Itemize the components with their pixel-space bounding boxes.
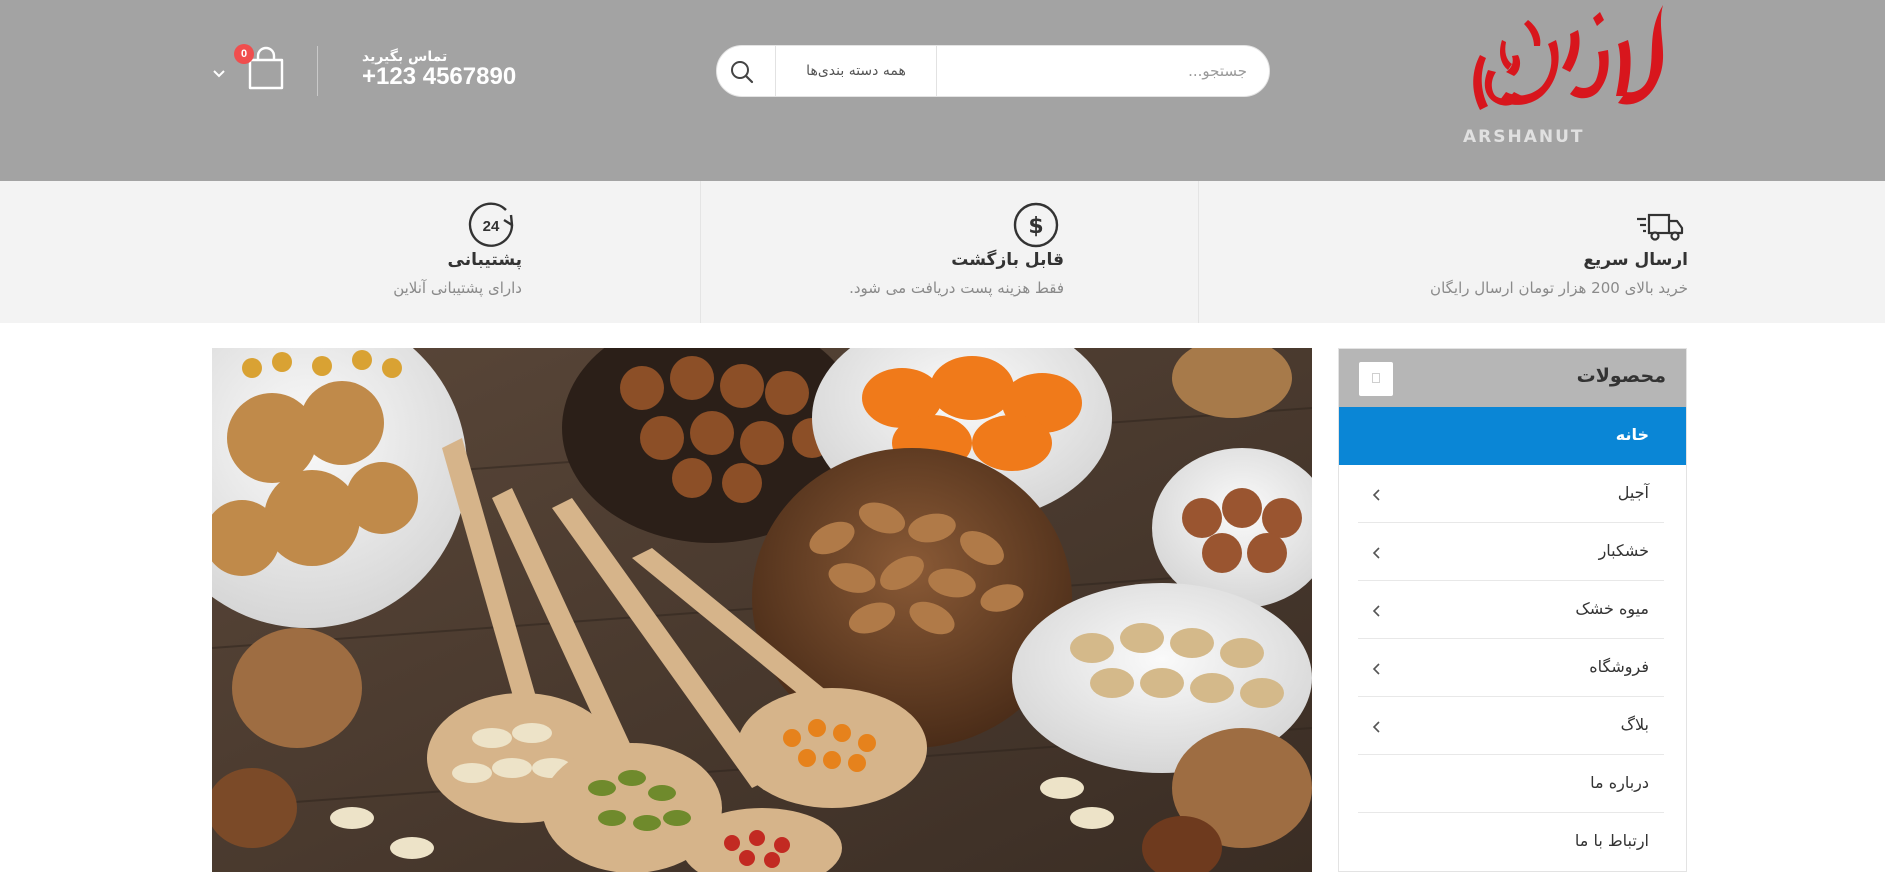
- sidebar-menu: خانه آجیل خشکبار میوه خشک فروشگاه بلاگ د…: [1339, 407, 1686, 871]
- chevron-left-icon: [1372, 487, 1382, 501]
- svg-text:$: $: [1028, 214, 1043, 239]
- menu-item-dried-goods[interactable]: خشکبار: [1339, 523, 1686, 581]
- truck-icon: [1635, 203, 1685, 249]
- feature-support: 24 پشتیبانی دارای پشتیبانی آنلاین: [200, 181, 522, 323]
- menu-item-dried-fruit[interactable]: میوه خشک: [1339, 581, 1686, 639]
- feature-title: پشتیبانی: [447, 250, 522, 270]
- feature-title: قابل بازگشت: [951, 250, 1064, 270]
- menu-item-label: میوه خشک: [1575, 599, 1649, 618]
- feature-description: فقط هزینه پست دریافت می شود.: [849, 279, 1064, 297]
- menu-item-label: بلاگ: [1620, 715, 1649, 734]
- sidebar-header: محصولات: [1339, 349, 1686, 407]
- chevron-left-icon: [1372, 719, 1382, 733]
- feature-description: خرید بالای 200 هزار تومان ارسال رایگان: [1430, 279, 1688, 297]
- menu-item-nuts[interactable]: آجیل: [1339, 465, 1686, 523]
- features-bar: ارسال سریع خرید بالای 200 هزار تومان ارس…: [0, 181, 1885, 323]
- feature-description: دارای پشتیبانی آنلاین: [393, 279, 522, 297]
- menu-item-label: فروشگاه: [1589, 657, 1649, 676]
- chevron-left-icon: [1372, 545, 1382, 559]
- dollar-icon: $: [1012, 202, 1062, 248]
- menu-toggle-icon: [1372, 373, 1380, 383]
- sidebar-title: محصولات: [1576, 365, 1666, 387]
- chevron-left-icon: [1372, 661, 1382, 675]
- search-divider: [936, 46, 937, 96]
- menu-item-home[interactable]: خانه: [1339, 407, 1686, 465]
- cart-count-badge: 0: [234, 44, 254, 64]
- menu-item-blog[interactable]: بلاگ: [1339, 697, 1686, 755]
- menu-item-label: آجیل: [1617, 483, 1649, 502]
- hero-banner[interactable]: [212, 348, 1312, 872]
- category-select[interactable]: همه دسته بندی‌ها: [777, 46, 935, 96]
- menu-item-label: خشکبار: [1598, 541, 1649, 560]
- logo-subtitle: ARSHANUT: [1463, 127, 1585, 147]
- sidebar-toggle-button[interactable]: [1359, 362, 1393, 396]
- chevron-down-icon[interactable]: [212, 64, 226, 78]
- menu-item-shop[interactable]: فروشگاه: [1339, 639, 1686, 697]
- search-input[interactable]: [947, 46, 1247, 96]
- feature-returnable: $ قابل بازگشت فقط هزینه پست دریافت می شو…: [700, 181, 1064, 323]
- menu-item-label: درباره ما: [1590, 773, 1649, 792]
- header-divider: [317, 46, 318, 96]
- menu-item-about[interactable]: درباره ما: [1339, 755, 1686, 813]
- menu-item-label: خانه: [1615, 425, 1649, 444]
- menu-item-label: ارتباط با ما: [1574, 831, 1649, 850]
- svg-text:24: 24: [483, 218, 500, 235]
- search-icon: [731, 61, 754, 84]
- menu-item-contact[interactable]: ارتباط با ما: [1339, 813, 1686, 871]
- support-24-icon: 24: [468, 202, 518, 248]
- search-divider: [775, 46, 776, 96]
- contact-phone[interactable]: +123 4567890: [362, 63, 516, 91]
- search-bar: همه دسته بندی‌ها: [716, 45, 1270, 97]
- feature-title: ارسال سریع: [1583, 250, 1688, 270]
- site-header: ARSHANUT همه دسته بندی‌ها تماس بگیرید +1…: [0, 0, 1885, 181]
- products-sidebar: محصولات خانه آجیل خشکبار میوه خشک فروشگا…: [1338, 348, 1687, 872]
- chevron-left-icon: [1372, 603, 1382, 617]
- search-button[interactable]: [727, 57, 757, 87]
- hero-image: [212, 348, 1312, 872]
- feature-fast-shipping: ارسال سریع خرید بالای 200 هزار تومان ارس…: [1198, 181, 1688, 323]
